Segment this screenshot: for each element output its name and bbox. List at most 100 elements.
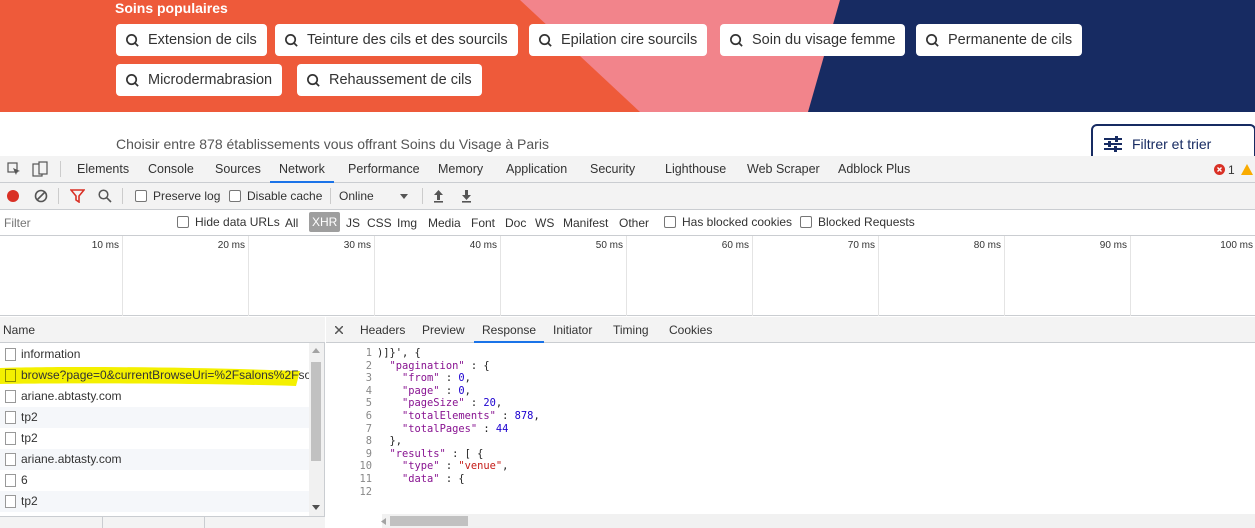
import-har-icon[interactable] [433, 189, 444, 203]
filter-sort-label: Filtrer et trier [1132, 136, 1212, 152]
name-column-header[interactable]: Name [0, 317, 325, 343]
chip-extension-de-cils[interactable]: Extension de cils [116, 24, 267, 56]
close-icon[interactable] [335, 326, 343, 334]
type-js[interactable]: JS [346, 216, 360, 230]
throttling-select[interactable]: Online [339, 189, 374, 203]
device-toolbar-icon[interactable] [32, 161, 48, 177]
request-row[interactable]: tp2 [0, 428, 310, 449]
error-icon [1214, 164, 1225, 175]
document-icon [5, 411, 16, 424]
type-img[interactable]: Img [397, 216, 417, 230]
website-header: Soins populaires Extension de cils Teint… [0, 0, 1255, 156]
type-ws[interactable]: WS [535, 216, 554, 230]
document-icon [5, 474, 16, 487]
filter-sort-button[interactable]: Filtrer et trier [1091, 124, 1255, 156]
search-icon [926, 33, 939, 47]
warning-icon[interactable] [1241, 164, 1253, 175]
network-overview-timeline[interactable]: 10 ms 20 ms 30 ms 40 ms 50 ms 60 ms 70 m… [0, 236, 1255, 316]
devtools-tab-bar: Elements Console Sources Network Perform… [0, 156, 1255, 183]
tab-response[interactable]: Response [474, 317, 545, 343]
document-icon [5, 432, 16, 445]
request-row-highlighted[interactable]: browse?page=0&currentBrowseUri=%2Fsalons… [0, 365, 310, 386]
results-count-text: Choisir entre 878 établissements vous of… [116, 136, 549, 152]
type-other[interactable]: Other [619, 216, 649, 230]
request-row[interactable]: 6 [0, 470, 310, 491]
chip-label: Permanente de cils [948, 32, 1073, 48]
scroll-down-icon[interactable] [312, 505, 320, 510]
tab-memory[interactable]: Memory [438, 156, 483, 183]
request-row[interactable]: tp2 [0, 407, 310, 428]
request-list-panel: Name information browse?page=0&currentBr… [0, 317, 325, 528]
response-horizontal-scrollbar[interactable] [381, 514, 1255, 528]
timeline-tick: 90 ms [1099, 240, 1127, 251]
request-row[interactable]: information [0, 344, 310, 365]
tab-console[interactable]: Console [148, 156, 194, 183]
tab-application[interactable]: Application [506, 156, 567, 183]
request-list-scrollbar[interactable] [309, 343, 324, 516]
timeline-tick: 70 ms [847, 240, 875, 251]
record-icon[interactable] [6, 189, 20, 203]
type-font[interactable]: Font [471, 216, 495, 230]
response-code-view[interactable]: 1)]}', {2 "pagination" : {3 "from" : 0, 4… [326, 344, 1255, 514]
timeline-tick: 40 ms [469, 240, 497, 251]
type-all[interactable]: All [285, 216, 298, 230]
tab-timing[interactable]: Timing [613, 317, 649, 343]
chip-label: Soin du visage femme [752, 32, 896, 48]
error-count[interactable]: 1 [1228, 163, 1235, 177]
request-row[interactable]: ariane.abtasty.com [0, 386, 310, 407]
has-blocked-cookies-label: Has blocked cookies [682, 215, 793, 229]
tab-cookies[interactable]: Cookies [669, 317, 712, 343]
request-row[interactable]: tp2 [0, 491, 310, 512]
document-icon [5, 348, 16, 361]
chip-teinture[interactable]: Teinture des cils et des sourcils [275, 24, 518, 56]
chip-label: Microdermabrasion [148, 72, 273, 88]
tab-headers[interactable]: Headers [360, 317, 405, 343]
code-line: "data" : { [402, 473, 465, 485]
timeline-tick: 30 ms [343, 240, 371, 251]
tab-lighthouse[interactable]: Lighthouse [665, 156, 726, 183]
export-har-icon[interactable] [461, 189, 472, 203]
tab-web-scraper[interactable]: Web Scraper [747, 156, 820, 183]
disable-cache-checkbox[interactable] [229, 190, 241, 202]
tab-security[interactable]: Security [590, 156, 635, 183]
preserve-log-checkbox[interactable] [135, 190, 147, 202]
search-icon[interactable] [98, 189, 112, 203]
inspect-element-icon[interactable] [7, 162, 21, 176]
filter-input[interactable] [1, 213, 163, 232]
request-row[interactable]: ariane.abtasty.com [0, 449, 310, 470]
blocked-requests-checkbox[interactable] [800, 216, 812, 228]
tab-preview[interactable]: Preview [422, 317, 465, 343]
timeline-tick: 80 ms [973, 240, 1001, 251]
tab-elements[interactable]: Elements [77, 156, 129, 183]
tab-sources[interactable]: Sources [215, 156, 261, 183]
chip-microdermabrasion[interactable]: Microdermabrasion [116, 64, 283, 96]
tab-adblock-plus[interactable]: Adblock Plus [838, 156, 910, 183]
search-icon [126, 33, 139, 47]
scroll-left-icon[interactable] [381, 518, 386, 525]
has-blocked-cookies-checkbox[interactable] [664, 216, 676, 228]
type-media[interactable]: Media [428, 216, 461, 230]
chip-label: Extension de cils [148, 32, 257, 48]
scroll-up-icon[interactable] [312, 348, 320, 353]
document-icon [5, 369, 16, 382]
chevron-down-icon[interactable] [400, 194, 408, 199]
hide-data-urls-checkbox[interactable] [177, 216, 189, 228]
chip-soin-visage[interactable]: Soin du visage femme [720, 24, 906, 56]
chip-permanente[interactable]: Permanente de cils [916, 24, 1083, 56]
type-doc[interactable]: Doc [505, 216, 526, 230]
filter-funnel-icon[interactable] [70, 189, 85, 203]
sliders-icon [1104, 136, 1122, 152]
tab-performance[interactable]: Performance [348, 156, 420, 183]
search-icon [126, 73, 139, 87]
type-css[interactable]: CSS [367, 216, 392, 230]
tab-network[interactable]: Network [270, 156, 334, 183]
tab-initiator[interactable]: Initiator [553, 317, 592, 343]
chip-rehaussement[interactable]: Rehaussement de cils [297, 64, 482, 96]
type-manifest[interactable]: Manifest [563, 216, 608, 230]
type-xhr[interactable]: XHR [309, 212, 341, 232]
chip-label: Rehaussement de cils [329, 72, 472, 88]
chip-epilation[interactable]: Epilation cire sourcils [529, 24, 708, 56]
clear-icon[interactable] [34, 189, 48, 203]
request-details-panel: Headers Preview Response Initiator Timin… [326, 317, 1255, 528]
preserve-log-label: Preserve log [153, 189, 221, 203]
